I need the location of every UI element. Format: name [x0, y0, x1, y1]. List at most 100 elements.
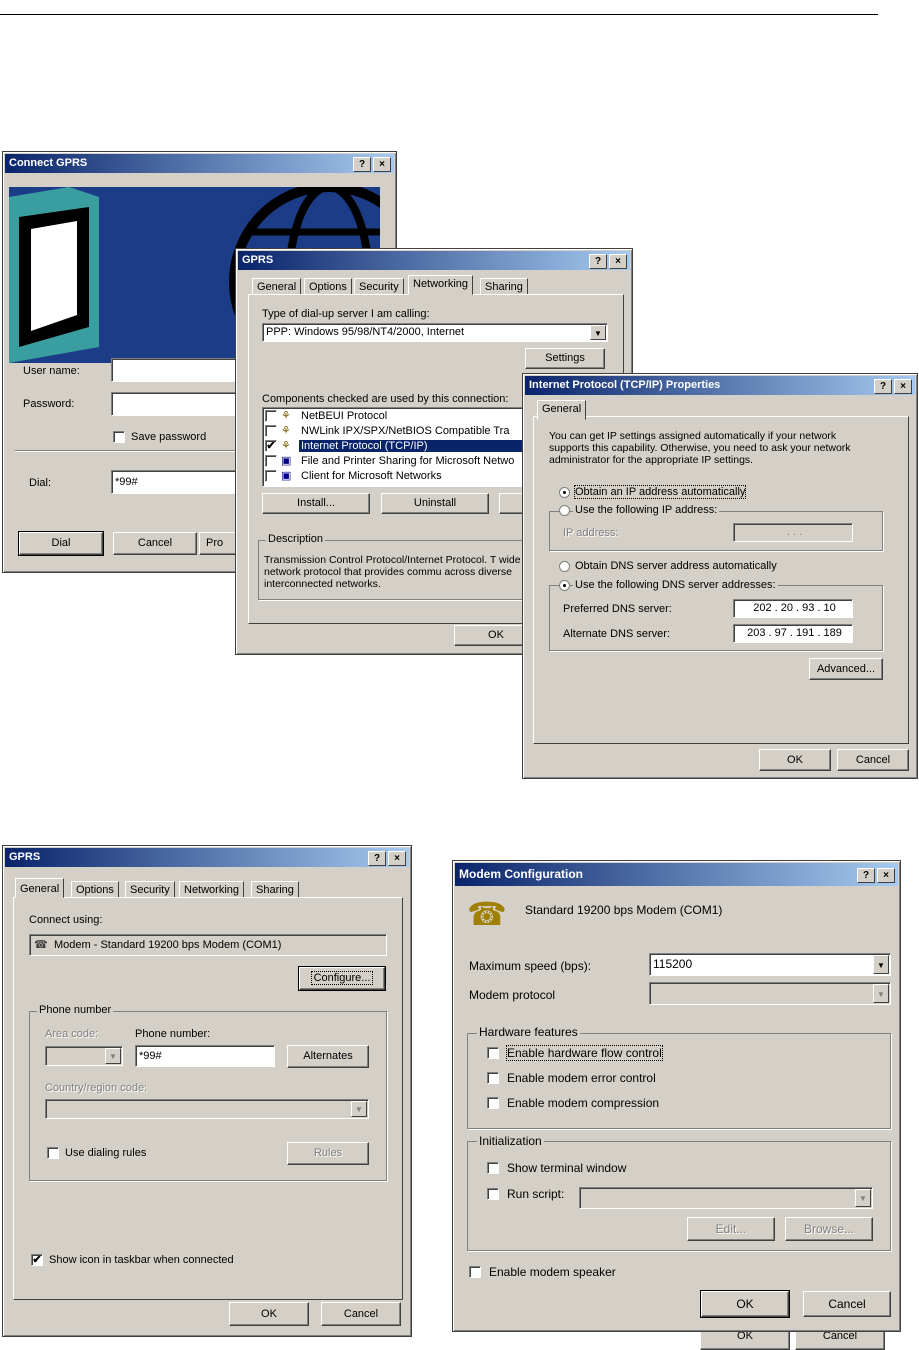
close-button[interactable]: ×: [877, 868, 895, 883]
use-dns-radio[interactable]: [559, 580, 570, 591]
tab-sharing[interactable]: Sharing: [480, 278, 528, 295]
obtain-dns-label: Obtain DNS server address automatically: [575, 560, 777, 572]
hardware-flow-label: Enable hardware flow control: [506, 1045, 663, 1061]
printer-icon: ▣: [281, 455, 292, 467]
help-button[interactable]: ?: [589, 254, 607, 269]
browse-button[interactable]: Browse...: [785, 1217, 873, 1241]
nwlink-checkbox[interactable]: [265, 425, 277, 437]
tab-general[interactable]: General: [537, 400, 587, 420]
modem-device-name: Modem - Standard 19200 bps Modem (COM1): [54, 939, 282, 951]
server-type-select[interactable]: PPP: Windows 95/98/NT4/2000, Internet ▼: [262, 323, 608, 342]
tab-security[interactable]: Security: [125, 881, 175, 898]
tab-general[interactable]: General: [15, 878, 65, 898]
preferred-dns-input[interactable]: 202 . 20 . 93 . 10: [733, 599, 853, 618]
uninstall-button[interactable]: Uninstall: [381, 493, 489, 514]
obtain-ip-radio[interactable]: [559, 487, 570, 498]
ip-address-label: IP address:: [563, 527, 619, 539]
speaker-label: Enable modem speaker: [489, 1265, 616, 1279]
user-name-input[interactable]: [111, 358, 251, 382]
tab-security[interactable]: Security: [354, 278, 404, 295]
tcpip-checkbox[interactable]: ✔: [265, 440, 277, 452]
hardware-flow-checkbox[interactable]: [487, 1047, 499, 1059]
country-code-select[interactable]: ▼: [45, 1099, 369, 1119]
netbeui-checkbox[interactable]: [265, 410, 277, 422]
run-script-label: Run script:: [507, 1187, 565, 1201]
install-button[interactable]: Install...: [262, 493, 370, 514]
tab-networking[interactable]: Networking: [179, 881, 245, 898]
error-control-checkbox[interactable]: [487, 1072, 499, 1084]
help-button[interactable]: ?: [353, 157, 371, 172]
use-dns-label: Use the following DNS server addresses:: [573, 579, 778, 591]
description-group-title: Description: [266, 533, 326, 545]
alternate-dns-input[interactable]: 203 . 97 . 191 . 189: [733, 624, 853, 643]
dial-input[interactable]: *99#: [111, 470, 251, 494]
connect-using-label: Connect using:: [29, 914, 103, 926]
alternates-button[interactable]: Alternates: [287, 1045, 369, 1068]
chevron-down-icon: ▼: [855, 1189, 871, 1207]
show-terminal-label: Show terminal window: [507, 1161, 627, 1175]
cancel-button[interactable]: Cancel: [803, 1291, 891, 1317]
preferred-dns-value: 202 . 20 . 93 . 10: [753, 602, 836, 614]
save-password-checkbox[interactable]: [113, 431, 125, 443]
network-protocol-icon: ⚘: [281, 440, 291, 452]
modem-protocol-select[interactable]: ▼: [649, 982, 891, 1005]
chevron-down-icon[interactable]: ▼: [590, 325, 606, 340]
server-type-label: Type of dial-up server I am calling:: [262, 308, 430, 320]
use-ip-radio[interactable]: [559, 505, 570, 516]
compression-checkbox[interactable]: [487, 1097, 499, 1109]
save-password-label: Save password: [131, 431, 207, 443]
chevron-down-icon: ▼: [351, 1101, 367, 1117]
cancel-button[interactable]: Cancel: [321, 1302, 401, 1326]
client-checkbox[interactable]: [265, 470, 277, 482]
edit-button[interactable]: Edit...: [687, 1217, 775, 1241]
obtain-dns-radio[interactable]: [559, 561, 570, 572]
max-speed-select[interactable]: 115200 ▼: [649, 953, 891, 976]
area-code-select[interactable]: ▼: [45, 1046, 123, 1066]
cancel-button[interactable]: Cancel: [837, 749, 909, 771]
tab-options[interactable]: Options: [304, 278, 352, 295]
show-terminal-checkbox[interactable]: [487, 1162, 499, 1174]
max-speed-value: 115200: [653, 957, 693, 971]
cancel-button[interactable]: Cancel: [795, 1330, 885, 1350]
advanced-button[interactable]: Advanced...: [809, 658, 883, 680]
tab-sharing[interactable]: Sharing: [251, 881, 299, 898]
chevron-down-icon: ▼: [105, 1048, 121, 1064]
gprs-titlebar: GPRS ? ×: [238, 251, 630, 270]
close-button[interactable]: ×: [609, 254, 627, 269]
ok-button[interactable]: OK: [759, 749, 831, 771]
ip-address-input[interactable]: . . .: [733, 523, 853, 542]
compression-label: Enable modem compression: [507, 1096, 660, 1110]
speaker-checkbox[interactable]: [469, 1266, 481, 1278]
show-icon-checkbox[interactable]: ✔: [31, 1254, 43, 1266]
use-dialing-rules-checkbox[interactable]: [47, 1147, 59, 1159]
configure-button[interactable]: Configure...: [298, 966, 386, 991]
page-header-rule: [0, 14, 878, 15]
close-button[interactable]: ×: [373, 157, 391, 172]
chevron-down-icon[interactable]: ▼: [873, 955, 889, 974]
ok-button[interactable]: OK: [229, 1302, 309, 1326]
tab-options[interactable]: Options: [71, 881, 119, 898]
file-sharing-checkbox[interactable]: [265, 455, 277, 467]
help-button[interactable]: ?: [874, 379, 892, 394]
password-input[interactable]: [111, 392, 251, 416]
help-button[interactable]: ?: [368, 851, 386, 866]
run-script-checkbox[interactable]: [487, 1188, 499, 1200]
preferred-dns-label: Preferred DNS server:: [563, 603, 672, 615]
hardware-features-title: Hardware features: [477, 1025, 580, 1039]
phone-number-group-title: Phone number: [37, 1004, 114, 1016]
rules-button[interactable]: Rules: [287, 1142, 369, 1165]
cancel-button[interactable]: Cancel: [113, 532, 197, 555]
modem-icon: ☎: [34, 939, 48, 951]
tab-general[interactable]: General: [252, 278, 302, 295]
tab-networking[interactable]: Networking: [408, 275, 474, 295]
phone-number-input[interactable]: *99#: [135, 1045, 275, 1067]
dial-button[interactable]: Dial: [18, 531, 104, 556]
close-button[interactable]: ×: [388, 851, 406, 866]
help-button[interactable]: ?: [857, 868, 875, 883]
run-script-select[interactable]: ▼: [579, 1187, 873, 1209]
settings-button[interactable]: Settings: [525, 348, 605, 369]
ok-button[interactable]: OK: [700, 1330, 790, 1350]
close-button[interactable]: ×: [894, 379, 912, 394]
ok-button[interactable]: OK: [700, 1290, 790, 1318]
divider: [15, 450, 265, 452]
